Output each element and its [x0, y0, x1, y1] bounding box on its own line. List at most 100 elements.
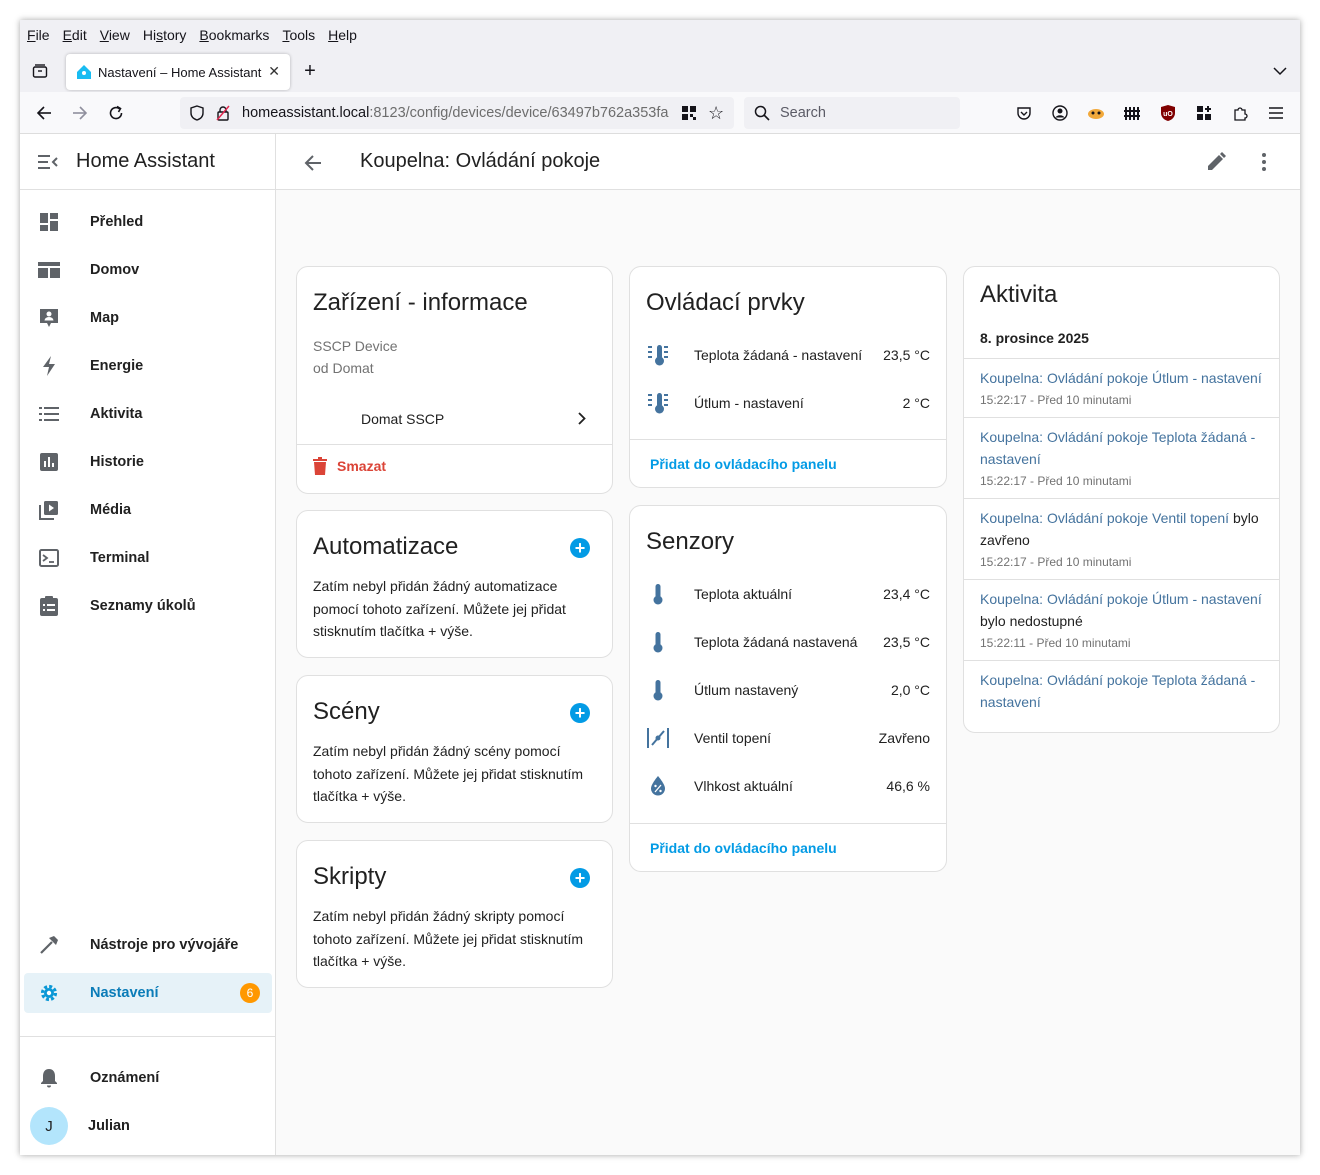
- sidebar-item-label: Oznámení: [90, 1070, 160, 1086]
- sidebar-item-settings[interactable]: Nastavení 6: [24, 973, 272, 1013]
- sidebar-item-user[interactable]: J Julian: [24, 1106, 272, 1146]
- control-value: 23,5 °C: [883, 347, 930, 363]
- sidebar-header: Home Assistant: [20, 134, 275, 190]
- app-menu-hamburger-icon[interactable]: [1266, 103, 1286, 123]
- sidebar-divider: [20, 1036, 276, 1037]
- bookmark-star-icon[interactable]: ☆: [708, 103, 724, 124]
- sidebar-item-energie[interactable]: Energie: [24, 346, 272, 386]
- activity-entity-link[interactable]: Koupelna: Ovládání pokoje Útlum - nastav…: [980, 370, 1262, 386]
- sensor-value: 23,4 °C: [883, 586, 930, 602]
- ublock-origin-icon[interactable]: uO: [1158, 103, 1178, 123]
- map-account-icon: [38, 307, 60, 329]
- insecure-connection-lock-icon[interactable]: [214, 104, 232, 122]
- sidebar-item-domov[interactable]: Domov: [24, 250, 272, 290]
- list-all-tabs-icon[interactable]: [1270, 61, 1290, 81]
- view-dashboard-icon: [38, 259, 60, 281]
- qr-code-icon[interactable]: [680, 104, 698, 122]
- sensor-row[interactable]: Vlhkost aktuální 46,6 %: [646, 766, 930, 806]
- sidebar-item-aktivita[interactable]: Aktivita: [24, 394, 272, 434]
- activity-time: 15:22:17 - Před 10 minutami: [980, 555, 1132, 569]
- clipboard-list-icon: [38, 595, 60, 617]
- sidebar-item-label: Energie: [90, 358, 144, 374]
- activity-text: bylo nedostupné: [980, 613, 1083, 629]
- menu-bookmarks[interactable]: Bookmarks: [199, 27, 269, 43]
- card-divider: [297, 444, 612, 445]
- sidebar-item-developer-tools[interactable]: Nástroje pro vývojáře: [24, 925, 272, 965]
- sensor-name: Teplota žádaná nastavená: [694, 634, 858, 650]
- activity-entity-link[interactable]: Koupelna: Ovládání pokoje Ventil topení: [980, 510, 1229, 526]
- controls-card: Ovládací prvky Teplota žádaná - nastaven…: [629, 266, 947, 488]
- tab-overview-icon[interactable]: [30, 61, 50, 81]
- sensor-value: 2,0 °C: [890, 682, 930, 698]
- activity-entity-link[interactable]: Koupelna: Ovládání pokoje Teplota žádaná…: [980, 672, 1255, 710]
- add-scene-plus-icon[interactable]: +: [570, 703, 590, 723]
- sensor-row[interactable]: Útlum nastavený 2,0 °C: [646, 670, 930, 710]
- delete-device-button[interactable]: Smazat: [313, 457, 386, 475]
- activity-entity-link[interactable]: Koupelna: Ovládání pokoje Teplota žádaná…: [980, 429, 1255, 467]
- sensor-row[interactable]: Teplota aktuální 23,4 °C: [646, 574, 930, 614]
- add-sensors-to-dashboard-button[interactable]: Přidat do ovládacího panelu: [630, 823, 946, 871]
- url-bar[interactable]: homeassistant.local:8123/config/devices/…: [180, 97, 734, 129]
- bell-icon: [38, 1067, 60, 1089]
- thermometer-lines-icon: [646, 343, 670, 367]
- device-manufacturer: od Domat: [313, 360, 374, 376]
- sidebar-item-historie[interactable]: Historie: [24, 442, 272, 482]
- sensors-title: Senzory: [646, 528, 735, 555]
- chart-box-icon: [38, 451, 60, 473]
- sensor-row[interactable]: Ventil topení Zavřeno: [646, 718, 930, 758]
- close-tab-icon[interactable]: ✕: [268, 63, 280, 80]
- activity-entity-link[interactable]: Koupelna: Ovládání pokoje Útlum - nastav…: [980, 591, 1262, 607]
- forward-icon[interactable]: [70, 103, 90, 123]
- water-percent-icon: [646, 774, 670, 798]
- sidebar-item-media[interactable]: Média: [24, 490, 272, 530]
- add-controls-to-dashboard-button[interactable]: Přidat do ovládacího panelu: [630, 439, 946, 487]
- home-assistant-app: Home Assistant Přehled Domov Map Energie…: [20, 134, 1300, 1155]
- sidebar-item-terminal[interactable]: Terminal: [24, 538, 272, 578]
- tracking-protection-shield-icon[interactable]: [188, 104, 206, 122]
- extension-tampermonkey-icon[interactable]: [1086, 103, 1106, 123]
- sidebar-item-prehled[interactable]: Přehled: [24, 202, 272, 242]
- more-vertical-icon[interactable]: [1253, 151, 1275, 173]
- activity-entry: Koupelna: Ovládání pokoje Teplota žádaná…: [964, 417, 1279, 499]
- control-row[interactable]: Útlum - nastavení 2 °C: [646, 383, 930, 423]
- menu-help[interactable]: Help: [328, 27, 357, 43]
- tab-strip: Nastavení – Home Assistant ✕ +: [20, 50, 1300, 92]
- sidebar-item-notifications[interactable]: Oznámení: [24, 1058, 272, 1098]
- search-bar[interactable]: Search: [744, 97, 960, 129]
- delete-label: Smazat: [337, 458, 387, 474]
- integration-link[interactable]: Domat SSCP: [297, 395, 612, 443]
- thermometer-icon: [646, 582, 670, 606]
- console-icon: [38, 547, 60, 569]
- list-icon: [38, 403, 60, 425]
- menu-bar: File Edit View History Bookmarks Tools H…: [20, 20, 1300, 50]
- sidebar-item-seznamy-ukolu[interactable]: Seznamy úkolů: [24, 586, 272, 626]
- extension-grid-icon[interactable]: [1194, 103, 1214, 123]
- back-arrow-icon[interactable]: [302, 152, 324, 174]
- control-row[interactable]: Teplota žádaná - nastavení 23,5 °C: [646, 335, 930, 375]
- search-placeholder: Search: [780, 105, 826, 121]
- chevron-right-icon: [578, 412, 586, 428]
- menu-edit[interactable]: Edit: [63, 27, 87, 43]
- add-script-plus-icon[interactable]: +: [570, 868, 590, 888]
- sensor-row[interactable]: Teplota žádaná nastavená 23,5 °C: [646, 622, 930, 662]
- sidebar-item-label: Nastavení: [90, 985, 159, 1001]
- menu-file[interactable]: File: [27, 27, 50, 43]
- tab-settings-home-assistant[interactable]: Nastavení – Home Assistant ✕: [66, 54, 290, 90]
- sidebar-item-map[interactable]: Map: [24, 298, 272, 338]
- extension-fence-icon[interactable]: [1122, 103, 1142, 123]
- sidebar-toggle-menu-icon[interactable]: [38, 152, 58, 172]
- trash-icon: [313, 457, 327, 475]
- sidebar-item-label: Nástroje pro vývojáře: [90, 937, 239, 953]
- menu-tools[interactable]: Tools: [282, 27, 315, 43]
- back-icon[interactable]: [34, 103, 54, 123]
- pocket-icon[interactable]: [1014, 103, 1034, 123]
- menu-history[interactable]: History: [143, 27, 187, 43]
- edit-pencil-icon[interactable]: [1205, 151, 1227, 173]
- activity-date: 8. prosince 2025: [980, 330, 1089, 346]
- extensions-puzzle-icon[interactable]: [1230, 103, 1250, 123]
- new-tab-icon[interactable]: +: [300, 60, 320, 82]
- account-icon[interactable]: [1050, 103, 1070, 123]
- add-automation-plus-icon[interactable]: +: [570, 538, 590, 558]
- menu-view[interactable]: View: [100, 27, 130, 43]
- reload-icon[interactable]: [106, 103, 126, 123]
